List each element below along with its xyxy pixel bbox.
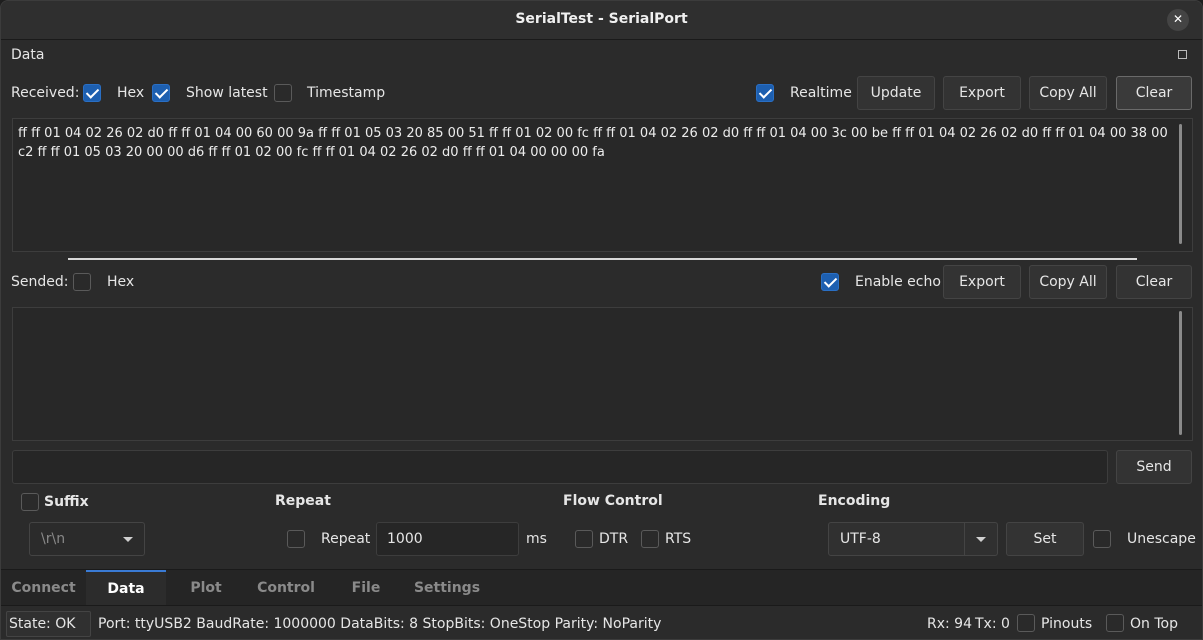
rx-count: Rx: 94 [927, 616, 972, 632]
dtr-label: DTR [599, 531, 629, 547]
sended-label: Sended: [11, 274, 69, 290]
close-button[interactable]: ✕ [1167, 9, 1189, 31]
enable-echo-label: Enable echo [855, 274, 941, 290]
sended-clear-button[interactable]: Clear [1116, 265, 1192, 299]
data-panel-title: Data [11, 47, 45, 63]
rts-checkbox[interactable] [641, 530, 659, 548]
repeat-unit-label: ms [526, 531, 547, 547]
tab-control[interactable]: Control [246, 570, 326, 606]
unescape-label: Unescape [1127, 531, 1196, 547]
send-button[interactable]: Send [1116, 450, 1192, 484]
dtr-checkbox[interactable] [575, 530, 593, 548]
realtime-label: Realtime [790, 85, 852, 101]
sended-scrollbar[interactable] [1179, 311, 1182, 435]
repeat-checkbox[interactable] [287, 530, 305, 548]
sended-export-button[interactable]: Export [943, 265, 1021, 299]
show-latest-label: Show latest [186, 85, 268, 101]
suffix-checkbox[interactable] [21, 493, 39, 511]
received-text-area[interactable]: ff ff 01 04 02 26 02 d0 ff ff 01 04 00 6… [12, 118, 1193, 252]
on-top-checkbox[interactable] [1106, 614, 1124, 632]
received-export-button[interactable]: Export [943, 76, 1021, 110]
rts-label: RTS [665, 531, 692, 547]
tab-data[interactable]: Data [86, 570, 166, 606]
state-indicator: State: OK [6, 611, 91, 637]
flow-control-heading: Flow Control [563, 493, 663, 509]
received-scrollbar[interactable] [1179, 124, 1182, 244]
suffix-heading: Suffix [44, 494, 89, 510]
received-label: Received: [11, 85, 80, 101]
title-bar[interactable]: SerialTest - SerialPort ✕ [1, 1, 1202, 40]
float-panel-icon[interactable] [1178, 50, 1187, 59]
show-latest-checkbox[interactable] [152, 84, 170, 102]
window-title: SerialTest - SerialPort [515, 11, 688, 27]
status-bar: State: OK Port: ttyUSB2 BaudRate: 100000… [1, 605, 1202, 639]
pinouts-label: Pinouts [1041, 616, 1093, 632]
tab-bar: Connect Data Plot Control File Settings [1, 569, 1202, 606]
encoding-select[interactable]: UTF-8 [828, 522, 998, 556]
received-clear-button[interactable]: Clear [1116, 76, 1192, 110]
unescape-checkbox[interactable] [1093, 530, 1111, 548]
chevron-down-icon [976, 537, 986, 542]
sended-copy-all-button[interactable]: Copy All [1029, 265, 1107, 299]
repeat-label: Repeat [321, 531, 371, 547]
update-button[interactable]: Update [857, 76, 935, 110]
tab-plot[interactable]: Plot [166, 570, 246, 606]
chevron-down-icon [123, 537, 133, 542]
received-hex-checkbox[interactable] [83, 84, 101, 102]
repeat-heading: Repeat [275, 493, 331, 509]
timestamp-label: Timestamp [307, 85, 386, 101]
pinouts-checkbox[interactable] [1017, 614, 1035, 632]
repeat-interval-input[interactable]: 1000 [376, 522, 519, 556]
sended-hex-checkbox[interactable] [73, 273, 91, 291]
splitter-handle[interactable] [68, 258, 1137, 260]
suffix-select[interactable]: \r\n [29, 522, 145, 556]
realtime-checkbox[interactable] [756, 84, 774, 102]
encoding-heading: Encoding [818, 493, 891, 509]
sended-hex-label: Hex [107, 274, 135, 290]
tab-settings[interactable]: Settings [406, 570, 488, 606]
tab-connect[interactable]: Connect [1, 570, 86, 606]
timestamp-checkbox[interactable] [274, 84, 292, 102]
port-info: Port: ttyUSB2 BaudRate: 1000000 DataBits… [98, 616, 662, 632]
on-top-label: On Top [1130, 616, 1178, 632]
encoding-set-button[interactable]: Set [1006, 522, 1084, 556]
received-copy-all-button[interactable]: Copy All [1029, 76, 1107, 110]
encoding-select-value: UTF-8 [840, 531, 881, 547]
sended-text-area[interactable] [12, 307, 1193, 441]
enable-echo-checkbox[interactable] [821, 273, 839, 291]
tab-file[interactable]: File [326, 570, 406, 606]
suffix-select-value: \r\n [41, 531, 66, 547]
send-input[interactable] [12, 450, 1108, 484]
main-window: SerialTest - SerialPort ✕ Data Received:… [0, 0, 1203, 640]
tx-count: Tx: 0 [975, 616, 1010, 632]
received-hex-label: Hex [117, 85, 145, 101]
received-content: ff ff 01 04 02 26 02 d0 ff ff 01 04 00 6… [18, 126, 1168, 160]
